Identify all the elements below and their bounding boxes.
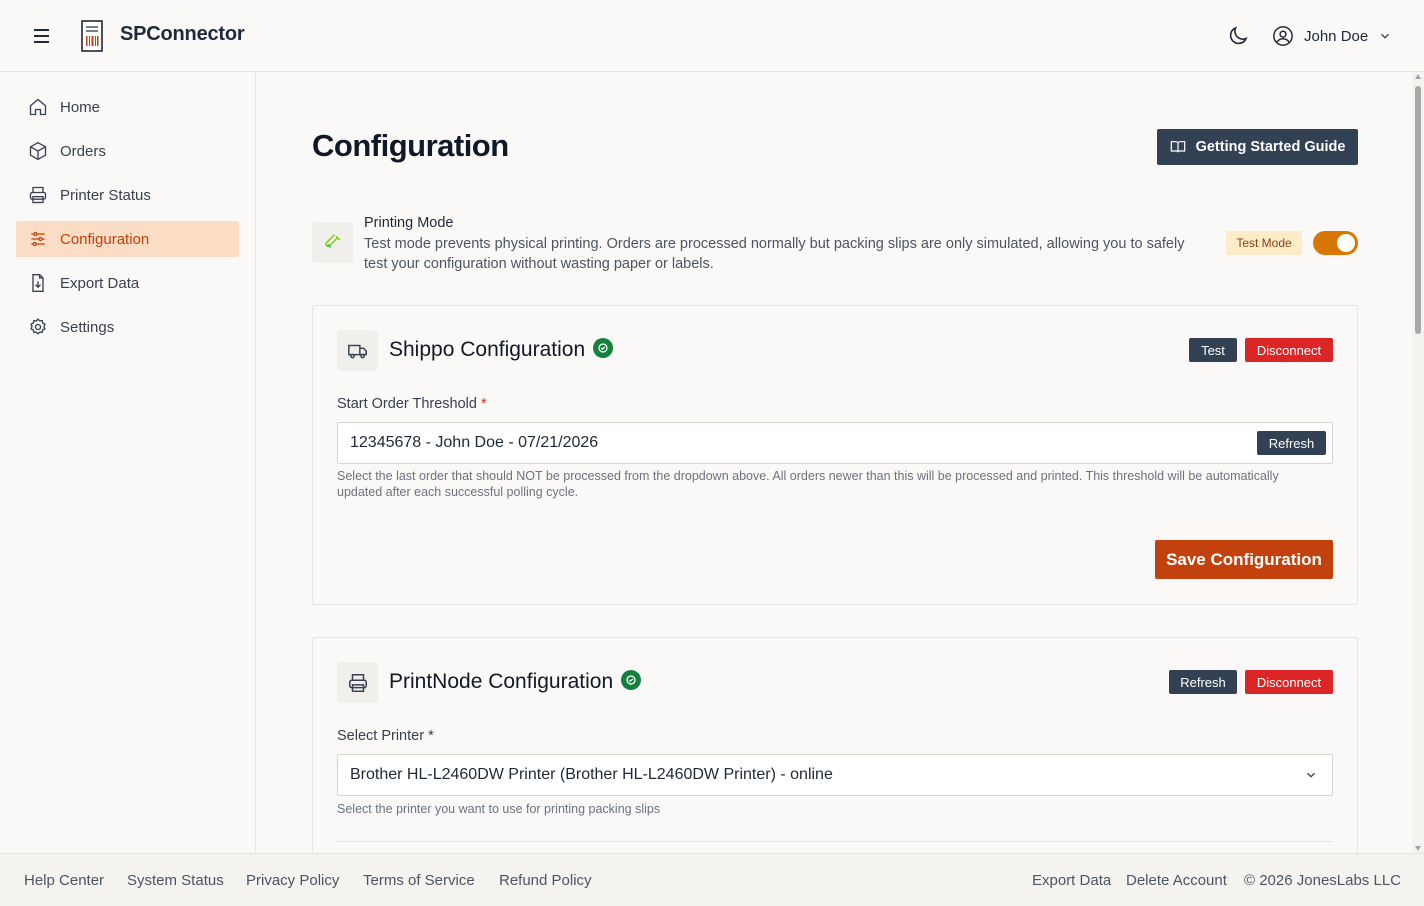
page-title: Configuration xyxy=(312,128,509,163)
home-icon xyxy=(29,98,47,116)
threshold-refresh-button[interactable]: Refresh xyxy=(1257,431,1326,455)
divider xyxy=(337,841,1333,842)
footer: Help Center System Status Privacy Policy… xyxy=(0,853,1424,906)
logo-icon xyxy=(81,20,103,52)
printer-select[interactable]: Brother HL-L2460DW Printer (Brother HL-L… xyxy=(337,754,1333,796)
sliders-icon xyxy=(31,231,45,247)
threshold-help-text: Select the last order that should NOT be… xyxy=(337,469,1279,499)
footer-link-refund-policy[interactable]: Refund Policy xyxy=(499,872,592,889)
app-name: SPConnector xyxy=(120,23,245,45)
sidebar-item-label: Orders xyxy=(60,142,106,160)
printnode-title-text: PrintNode Configuration xyxy=(389,670,614,693)
sidebar-item-label: Printer Status xyxy=(60,186,151,204)
chevron-down-icon xyxy=(1381,33,1390,39)
required-mark: * xyxy=(481,396,487,412)
connected-check-icon xyxy=(593,338,614,359)
printer-help-text: Select the printer you want to use for p… xyxy=(337,802,661,816)
printer-icon xyxy=(337,662,378,703)
footer-link-help-center[interactable]: Help Center xyxy=(24,872,104,889)
sidebar-item-settings[interactable]: Settings xyxy=(16,309,239,345)
gear-icon xyxy=(30,318,46,335)
sidebar-item-orders[interactable]: Orders xyxy=(16,133,239,169)
book-icon xyxy=(1170,141,1185,153)
shippo-config-card: Shippo Configuration Test Disconnect Sta… xyxy=(312,305,1358,605)
chevron-down-icon xyxy=(1307,772,1315,778)
shippo-disconnect-button[interactable]: Disconnect xyxy=(1245,338,1333,362)
test-mode-badge: Test Mode xyxy=(1226,231,1302,255)
sidebar-item-home[interactable]: Home xyxy=(16,89,239,125)
sidebar-item-export-data[interactable]: Export Data xyxy=(16,265,239,301)
shippo-test-button[interactable]: Test xyxy=(1189,338,1237,362)
scroll-up-icon[interactable] xyxy=(1415,74,1421,79)
shippo-title: Shippo Configuration xyxy=(389,338,614,362)
footer-link-system-status[interactable]: System Status xyxy=(127,872,224,889)
sidebar-item-configuration[interactable]: Configuration xyxy=(16,221,239,257)
top-bar: SPConnector John Doe xyxy=(0,0,1424,72)
user-circle-icon xyxy=(1273,26,1293,46)
main-content: Configuration Getting Started Guide Prin… xyxy=(256,72,1412,853)
copyright: © 2026 JonesLabs LLC xyxy=(1244,872,1401,889)
sidebar-item-label: Home xyxy=(60,98,101,116)
printing-mode-title: Printing Mode xyxy=(364,215,454,231)
sidebar-item-printer-status[interactable]: Printer Status xyxy=(16,177,239,213)
printing-mode-description: Test mode prevents physical printing. Or… xyxy=(364,236,1185,272)
file-download-icon xyxy=(32,274,44,292)
truck-icon xyxy=(337,330,378,371)
test-tube-icon xyxy=(312,222,353,263)
sidebar: Home Orders Printer Status Configuration… xyxy=(0,72,256,853)
connected-check-icon xyxy=(621,670,642,691)
printnode-refresh-button[interactable]: Refresh xyxy=(1169,670,1237,694)
scrollbar-thumb[interactable] xyxy=(1415,86,1421,334)
getting-started-guide-button[interactable]: Getting Started Guide xyxy=(1157,129,1358,165)
sidebar-item-label: Configuration xyxy=(60,230,150,248)
threshold-select[interactable]: 12345678 - John Doe - 07/21/2026 xyxy=(337,422,1333,464)
footer-link-terms-of-service[interactable]: Terms of Service xyxy=(363,872,475,889)
user-name: John Doe xyxy=(1304,27,1369,45)
printnode-title: PrintNode Configuration xyxy=(389,670,642,694)
threshold-value: 12345678 - John Doe - 07/21/2026 xyxy=(350,434,599,451)
printer-label: Select Printer * xyxy=(337,728,434,744)
dark-mode-icon[interactable] xyxy=(1226,24,1250,48)
printnode-disconnect-button[interactable]: Disconnect xyxy=(1245,670,1333,694)
threshold-label-text: Start Order Threshold xyxy=(337,396,477,412)
save-configuration-button[interactable]: Save Configuration xyxy=(1155,540,1333,579)
printer-icon xyxy=(29,186,47,204)
sidebar-item-label: Settings xyxy=(60,318,115,336)
printnode-config-card: PrintNode Configuration Refresh Disconne… xyxy=(312,637,1358,853)
guide-button-label: Getting Started Guide xyxy=(1195,139,1346,155)
box-icon xyxy=(29,141,47,161)
threshold-label: Start Order Threshold * xyxy=(337,396,487,412)
footer-link-delete-account[interactable]: Delete Account xyxy=(1126,872,1227,889)
printer-value: Brother HL-L2460DW Printer (Brother HL-L… xyxy=(350,766,833,783)
scrollbar[interactable] xyxy=(1412,72,1424,853)
sidebar-item-label: Export Data xyxy=(60,274,140,292)
menu-icon[interactable] xyxy=(30,25,54,47)
test-mode-toggle[interactable] xyxy=(1313,231,1358,255)
footer-link-privacy-policy[interactable]: Privacy Policy xyxy=(246,872,339,889)
shippo-title-text: Shippo Configuration xyxy=(389,338,586,361)
footer-link-export-data[interactable]: Export Data xyxy=(1032,872,1111,889)
scroll-down-icon[interactable] xyxy=(1415,846,1421,851)
user-menu[interactable]: John Doe xyxy=(1272,22,1392,50)
